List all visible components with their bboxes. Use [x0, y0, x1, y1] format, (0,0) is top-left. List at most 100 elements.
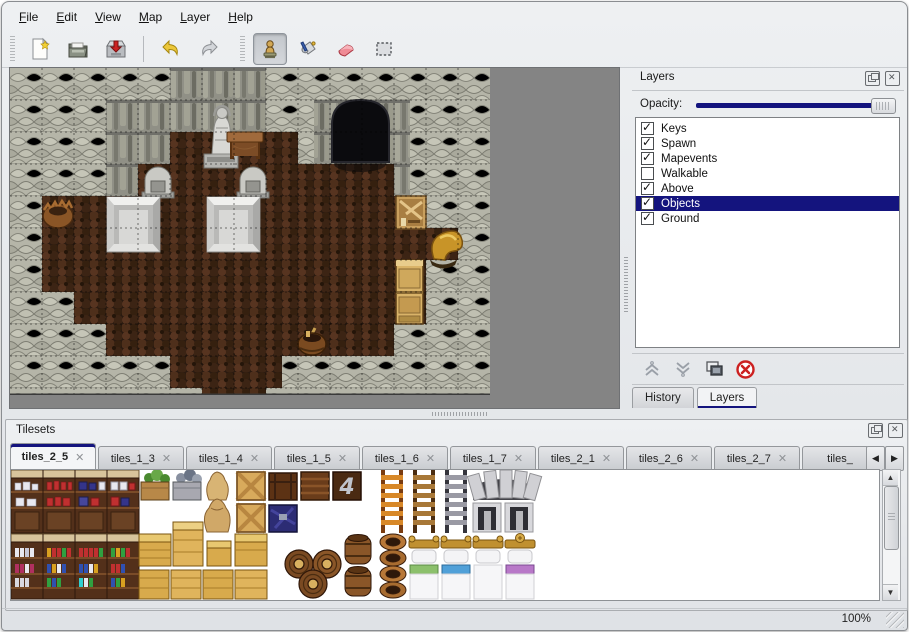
close-tab-icon[interactable]: ✕ [514, 452, 523, 465]
menu-layer[interactable]: Layer [171, 7, 219, 27]
map-editor-app: File Edit View Map Layer Help [0, 0, 909, 632]
tileset-canvas[interactable]: 4 [10, 469, 880, 601]
fill-tool-button[interactable] [291, 33, 325, 65]
layers-dock-header: Layers [632, 67, 904, 91]
new-file-button[interactable] [23, 33, 57, 65]
delete-layer-icon [736, 360, 755, 379]
close-tab-icon[interactable]: ✕ [162, 452, 171, 465]
close-icon[interactable] [885, 71, 900, 86]
layer-label: Objects [661, 198, 700, 210]
eraser-tool-button[interactable] [329, 33, 363, 65]
broken-navy-crate-tile [269, 505, 297, 532]
tileset-tab-tiles_1_6[interactable]: tiles_1_6✕ [362, 446, 448, 470]
layer-checkbox[interactable] [641, 137, 654, 150]
tab-label: tiles_1_4 [199, 453, 243, 465]
tab-history[interactable]: History [632, 387, 694, 408]
toolbar-grip-2[interactable] [240, 36, 245, 62]
tab-label: tiles_1_3 [111, 453, 155, 465]
opacity-slider-handle[interactable] [871, 98, 896, 114]
layer-list: Keys Spawn Mapevents Walkable Above Obje… [635, 117, 900, 348]
layer-row-ground[interactable]: Ground [636, 211, 899, 226]
layer-label: Spawn [661, 138, 696, 150]
tileset-tab-tiles_1_3[interactable]: tiles_1_3 ✕ [98, 446, 184, 470]
delete-layer-button[interactable] [734, 358, 756, 380]
opacity-slider-track [696, 103, 894, 108]
horizontal-splitter-grip [432, 412, 488, 416]
layer-checkbox[interactable] [641, 197, 654, 210]
select-tool-button[interactable] [367, 33, 401, 65]
tab-label: History [645, 392, 681, 404]
opacity-row: Opacity: [640, 96, 896, 114]
close-tab-icon[interactable]: ✕ [778, 452, 787, 465]
duplicate-layer-button[interactable] [703, 358, 725, 380]
menu-edit[interactable]: Edit [47, 7, 86, 27]
tileset-tab-tiles_1_7[interactable]: tiles_1_7✕ [450, 446, 536, 470]
tab-label: tiles_1_5 [287, 453, 331, 465]
horizontal-splitter[interactable] [2, 409, 907, 419]
layer-checkbox[interactable] [641, 167, 654, 180]
vertical-splitter[interactable] [621, 67, 631, 409]
move-layer-up-button[interactable] [641, 358, 663, 380]
tileset-tab-truncated[interactable]: tiles_ [802, 446, 867, 470]
tileset-tab-tiles_1_5[interactable]: tiles_1_5 ✕ [274, 446, 360, 470]
close-tab-icon[interactable]: ✕ [75, 451, 84, 464]
close-tab-icon[interactable]: ✕ [602, 452, 611, 465]
close-tab-icon[interactable]: ✕ [690, 452, 699, 465]
layer-row-mapevents[interactable]: Mapevents [636, 151, 899, 166]
tileset-scrollbar[interactable]: ▲ ▼ [882, 469, 901, 601]
tileset-render: 4 [11, 470, 879, 600]
layer-checkbox[interactable] [641, 182, 654, 195]
close-icon[interactable] [888, 423, 903, 438]
menu-file[interactable]: File [10, 7, 47, 27]
layer-row-keys[interactable]: Keys [636, 121, 899, 136]
stamp-tool-button[interactable] [253, 33, 287, 65]
move-layer-down-button[interactable] [672, 358, 694, 380]
tab-label: tiles_ [827, 453, 853, 465]
save-icon [104, 37, 128, 61]
toolbar-grip[interactable] [10, 36, 15, 62]
close-tab-icon[interactable]: ✕ [250, 452, 259, 465]
layer-checkbox[interactable] [641, 152, 654, 165]
svg-text:4: 4 [338, 475, 354, 500]
layer-row-spawn[interactable]: Spawn [636, 136, 899, 151]
layer-row-walkable[interactable]: Walkable [636, 166, 899, 181]
redo-button[interactable] [192, 33, 226, 65]
tab-label: Layers [710, 392, 745, 404]
tileset-tab-tiles_2_6[interactable]: tiles_2_6✕ [626, 446, 712, 470]
float-icon[interactable] [865, 71, 880, 86]
undo-button[interactable] [154, 33, 188, 65]
table [227, 132, 263, 159]
move-layer-down-icon [674, 360, 692, 378]
scroll-up-icon[interactable]: ▲ [883, 470, 898, 486]
save-button[interactable] [99, 33, 133, 65]
map-canvas[interactable] [9, 67, 620, 409]
tab-layers[interactable]: Layers [697, 387, 758, 408]
layer-checkbox[interactable] [641, 122, 654, 135]
layer-checkbox[interactable] [641, 212, 654, 225]
menu-view[interactable]: View [86, 7, 130, 27]
layer-row-above[interactable]: Above [636, 181, 899, 196]
dock-tabs: History Layers [632, 387, 760, 409]
undo-icon [159, 37, 183, 61]
tileset-tab-tiles_2_5[interactable]: tiles_2_5 ✕ [10, 443, 96, 470]
tileset-tab-tiles_1_4[interactable]: tiles_1_4 ✕ [186, 446, 272, 470]
scrollbar-thumb[interactable] [884, 486, 899, 550]
tab-label: tiles_2_5 [22, 451, 68, 463]
eraser-tool-icon [334, 37, 358, 61]
toolbar [2, 30, 907, 68]
scroll-tabs-right-button[interactable]: ▶ [885, 446, 904, 471]
menu-help[interactable]: Help [219, 7, 262, 27]
menu-map[interactable]: Map [130, 7, 171, 27]
layer-row-objects[interactable]: Objects [636, 196, 899, 211]
scroll-down-icon[interactable]: ▼ [883, 584, 898, 600]
opacity-slider[interactable] [696, 98, 896, 112]
tileset-tab-tiles_2_1[interactable]: tiles_2_1✕ [538, 446, 624, 470]
scroll-tabs-left-button[interactable]: ◀ [866, 446, 885, 471]
map-render [10, 68, 490, 395]
float-icon[interactable] [868, 423, 883, 438]
open-file-button[interactable] [61, 33, 95, 65]
close-tab-icon[interactable]: ✕ [426, 452, 435, 465]
close-tab-icon[interactable]: ✕ [338, 452, 347, 465]
tileset-tab-tiles_2_7[interactable]: tiles_2_7✕ [714, 446, 800, 470]
resize-grip[interactable] [886, 612, 904, 628]
